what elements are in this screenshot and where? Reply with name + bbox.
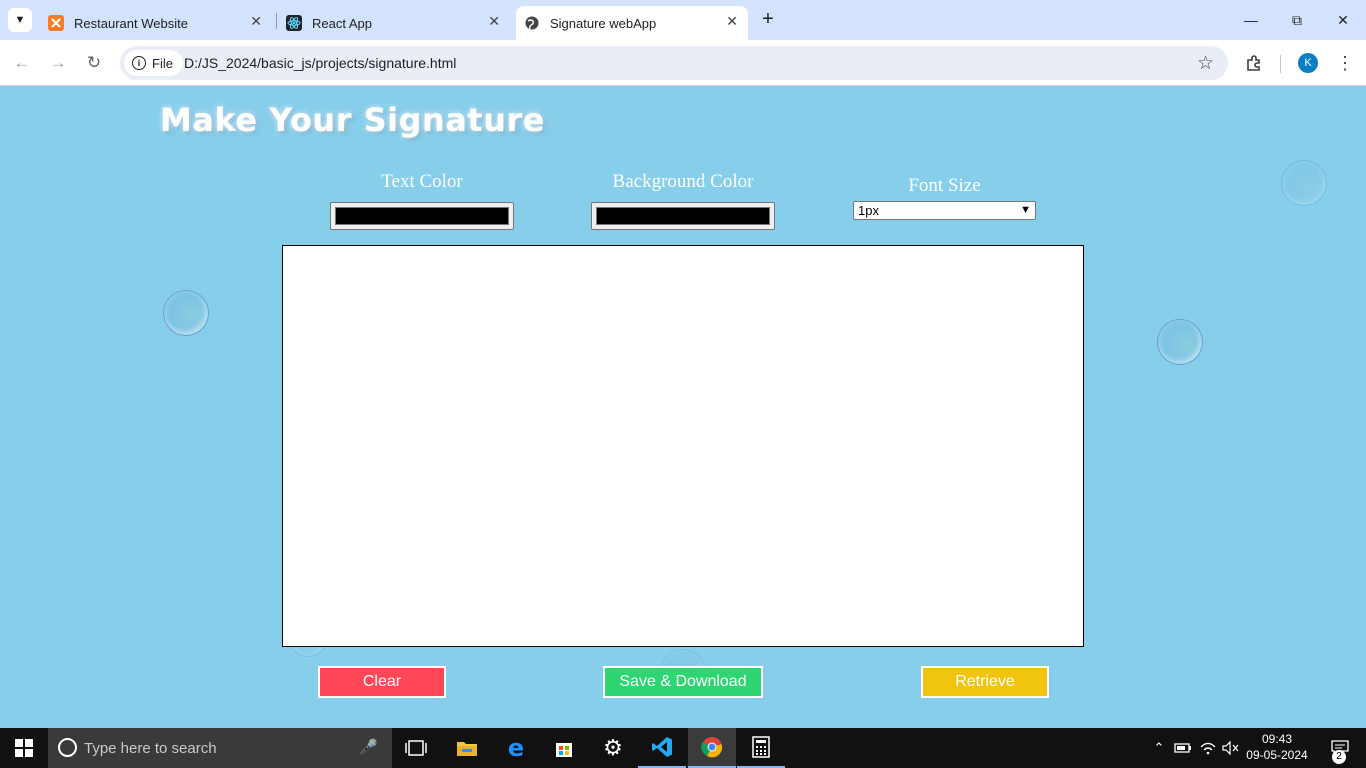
react-icon: [286, 15, 302, 31]
tab-react-app[interactable]: React App ✕: [278, 6, 510, 40]
search-icon: [58, 738, 77, 757]
clock-date: 09-05-2024: [1246, 748, 1308, 762]
new-tab-button[interactable]: +: [757, 9, 779, 31]
bubble-decoration: [1157, 319, 1203, 365]
forward-button[interactable]: →: [46, 51, 70, 75]
taskbar: Type here to search 🎤 e ⚙ ⌃ 09:43 09-05-…: [0, 728, 1366, 768]
url-text[interactable]: D:/JS_2024/basic_js/projects/signature.h…: [184, 55, 456, 71]
chevron-up-icon: ⌃: [1153, 740, 1165, 755]
taskbar-search-box[interactable]: Type here to search 🎤: [48, 728, 392, 768]
restore-button[interactable]: ⧉: [1274, 0, 1320, 40]
edge-icon: e: [507, 734, 525, 762]
taskbar-edge[interactable]: e: [492, 728, 540, 768]
signature-canvas[interactable]: [282, 245, 1084, 647]
vscode-icon: [652, 737, 672, 757]
taskbar-file-explorer[interactable]: [443, 728, 491, 768]
taskbar-calculator[interactable]: [737, 728, 785, 768]
site-chip-label: File: [152, 55, 173, 71]
arrow-left-icon: ←: [13, 53, 31, 72]
background-color-picker[interactable]: [591, 202, 775, 230]
battery-icon[interactable]: [1172, 728, 1194, 768]
globe-icon: [524, 15, 540, 31]
start-button[interactable]: [0, 728, 48, 768]
task-view-icon: [405, 740, 427, 756]
restore-icon: ⧉: [1292, 11, 1302, 28]
text-color-swatch: [335, 207, 509, 225]
close-window-button[interactable]: ✕: [1320, 0, 1366, 40]
minimize-button[interactable]: —: [1228, 0, 1274, 40]
reload-button[interactable]: ↻: [82, 51, 106, 75]
notification-count-badge: 2: [1332, 750, 1346, 764]
extensions-icon[interactable]: [1242, 51, 1266, 75]
font-size-label: Font Size: [908, 175, 981, 196]
windows-logo-icon: [15, 739, 33, 757]
tab-strip: ▼ Restaurant Website ✕ React App ✕ Signa…: [0, 0, 1366, 40]
gear-icon: ⚙: [603, 735, 623, 760]
show-hidden-icons-button[interactable]: ⌃: [1148, 728, 1170, 768]
microphone-icon[interactable]: 🎤: [359, 738, 378, 756]
page-content: Make Your Signature Text Color Backgroun…: [0, 87, 1366, 728]
site-info-chip[interactable]: i File: [124, 50, 183, 76]
background-color-label: Background Color: [612, 171, 754, 192]
reload-icon: ↻: [86, 53, 102, 72]
minimize-icon: —: [1244, 12, 1258, 28]
more-menu-icon[interactable]: ⋮: [1336, 51, 1354, 75]
font-size-select[interactable]: 1px ▼: [853, 201, 1036, 220]
text-color-picker[interactable]: [330, 202, 514, 230]
bubble-decoration: [163, 290, 209, 336]
store-icon: [556, 743, 572, 757]
chevron-down-icon: ▼: [14, 14, 26, 26]
text-color-label: Text Color: [381, 171, 463, 192]
retrieve-button[interactable]: Retrieve: [921, 666, 1049, 698]
save-download-button[interactable]: Save & Download: [603, 666, 763, 698]
chrome-icon: [701, 737, 723, 758]
clear-button[interactable]: Clear: [318, 666, 446, 698]
close-icon: ✕: [1337, 11, 1349, 28]
task-view-button[interactable]: [392, 728, 440, 768]
tab-restaurant-website[interactable]: Restaurant Website ✕: [40, 6, 272, 40]
chevron-down-icon: ▼: [1020, 204, 1031, 216]
tab-title: Signature webApp: [550, 15, 657, 31]
taskbar-vscode[interactable]: [638, 728, 686, 768]
taskbar-chrome[interactable]: [688, 728, 736, 768]
bubble-decoration: [1281, 160, 1327, 206]
xampp-icon: [48, 15, 64, 31]
background-color-swatch: [596, 207, 770, 225]
back-button[interactable]: ←: [10, 51, 34, 75]
clock-time: 09:43: [1261, 732, 1293, 746]
taskbar-store[interactable]: [540, 728, 588, 768]
toolbar-divider: [1280, 55, 1281, 73]
calculator-icon: [752, 736, 770, 758]
page-title: Make Your Signature: [160, 101, 545, 139]
bookmark-star-icon[interactable]: ☆: [1197, 52, 1214, 75]
font-size-selected-value: 1px: [858, 203, 879, 218]
close-icon[interactable]: ✕: [488, 13, 500, 30]
close-icon[interactable]: ✕: [250, 13, 262, 30]
tab-signature-webapp[interactable]: Signature webApp ✕: [516, 6, 748, 40]
tab-separator: [276, 13, 277, 29]
folder-icon: [457, 742, 477, 756]
system-clock[interactable]: 09:43 09-05-2024: [1238, 731, 1316, 763]
info-icon: i: [132, 56, 146, 70]
close-icon[interactable]: ✕: [726, 13, 738, 30]
browser-toolbar: ← → ↻ i File D:/JS_2024/basic_js/project…: [0, 40, 1366, 86]
tab-search-button[interactable]: ▼: [8, 8, 32, 32]
wifi-icon[interactable]: [1196, 728, 1220, 768]
arrow-right-icon: →: [49, 53, 67, 72]
tab-title: React App: [312, 15, 372, 31]
plus-icon: +: [762, 8, 774, 30]
taskbar-settings[interactable]: ⚙: [589, 728, 637, 768]
profile-avatar[interactable]: K: [1298, 53, 1318, 73]
address-bar[interactable]: i File D:/JS_2024/basic_js/projects/sign…: [120, 46, 1228, 80]
tab-title: Restaurant Website: [74, 15, 188, 31]
taskbar-search-placeholder: Type here to search: [84, 740, 217, 757]
